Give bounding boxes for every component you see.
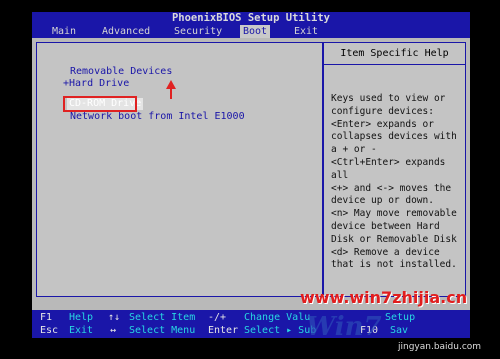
help-line: <n> May move removable — [331, 208, 457, 220]
menu-bar: Main Advanced Security Boot Exit — [32, 25, 470, 38]
help-panel: Item Specific Help Keys used to view or … — [323, 42, 466, 297]
help-line: Keys used to view or — [331, 93, 446, 104]
key-f1: F1 — [40, 312, 53, 323]
menu-exit[interactable]: Exit — [291, 25, 321, 38]
key-plusminus-desc: Change Valu — [244, 312, 311, 323]
help-line: <+> and <-> moves the — [331, 182, 452, 194]
help-line: <Ctrl+Enter> expands — [331, 156, 446, 168]
menu-main[interactable]: Main — [49, 25, 79, 38]
key-setup-desc: Setup — [385, 312, 416, 323]
help-line: <Enter> expands or — [331, 118, 434, 130]
watermark-url: www.win7zhijia.cn — [300, 288, 468, 307]
key-leftright: ↔ — [110, 325, 117, 336]
help-header: Item Specific Help — [324, 43, 465, 65]
help-line: all — [331, 169, 349, 181]
key-updown: ↑↓ — [108, 312, 121, 323]
help-line: device between Hard — [331, 220, 440, 232]
watermark-source: jingyan.baidu.com — [398, 342, 482, 352]
key-enter: Enter — [208, 325, 239, 336]
help-line: that is not installed. — [331, 259, 457, 271]
boot-item-removable[interactable]: Removable Devices — [70, 66, 172, 78]
help-line: a + or - — [331, 144, 377, 156]
key-f1-desc: Help — [69, 312, 94, 323]
up-arrow-icon — [166, 80, 176, 89]
win7-logo: Win7 — [306, 312, 382, 342]
key-esc-desc: Exit — [69, 325, 94, 336]
key-updown-desc: Select Item — [129, 312, 196, 323]
menu-boot[interactable]: Boot — [240, 25, 271, 38]
key-legend-footer: F1 Help ↑↓ Select Item -/+ Change Valu S… — [32, 310, 470, 338]
menu-security[interactable]: Security — [171, 25, 225, 38]
help-line: Disk or Removable Disk — [331, 233, 457, 245]
help-line: configure devices: — [331, 105, 434, 117]
up-arrow-line — [170, 88, 172, 99]
highlight-box — [63, 96, 137, 112]
help-text: Keys used to view or configure devices: … — [331, 93, 461, 272]
help-line: <d> Remove a device — [331, 246, 440, 258]
key-f10-desc: Sav — [390, 325, 409, 336]
bios-title: PhoenixBIOS Setup Utility — [32, 12, 470, 25]
key-plusminus: -/+ — [208, 312, 227, 323]
key-leftright-desc: Select Menu — [129, 325, 196, 336]
key-esc: Esc — [40, 325, 59, 336]
help-line: collapses devices with — [331, 131, 457, 143]
help-line: device up or down. — [331, 195, 434, 207]
menu-advanced[interactable]: Advanced — [99, 25, 153, 38]
boot-item-hard-drive[interactable]: +Hard Drive — [63, 78, 129, 90]
boot-item-network[interactable]: Network boot from Intel E1000 — [70, 111, 245, 123]
